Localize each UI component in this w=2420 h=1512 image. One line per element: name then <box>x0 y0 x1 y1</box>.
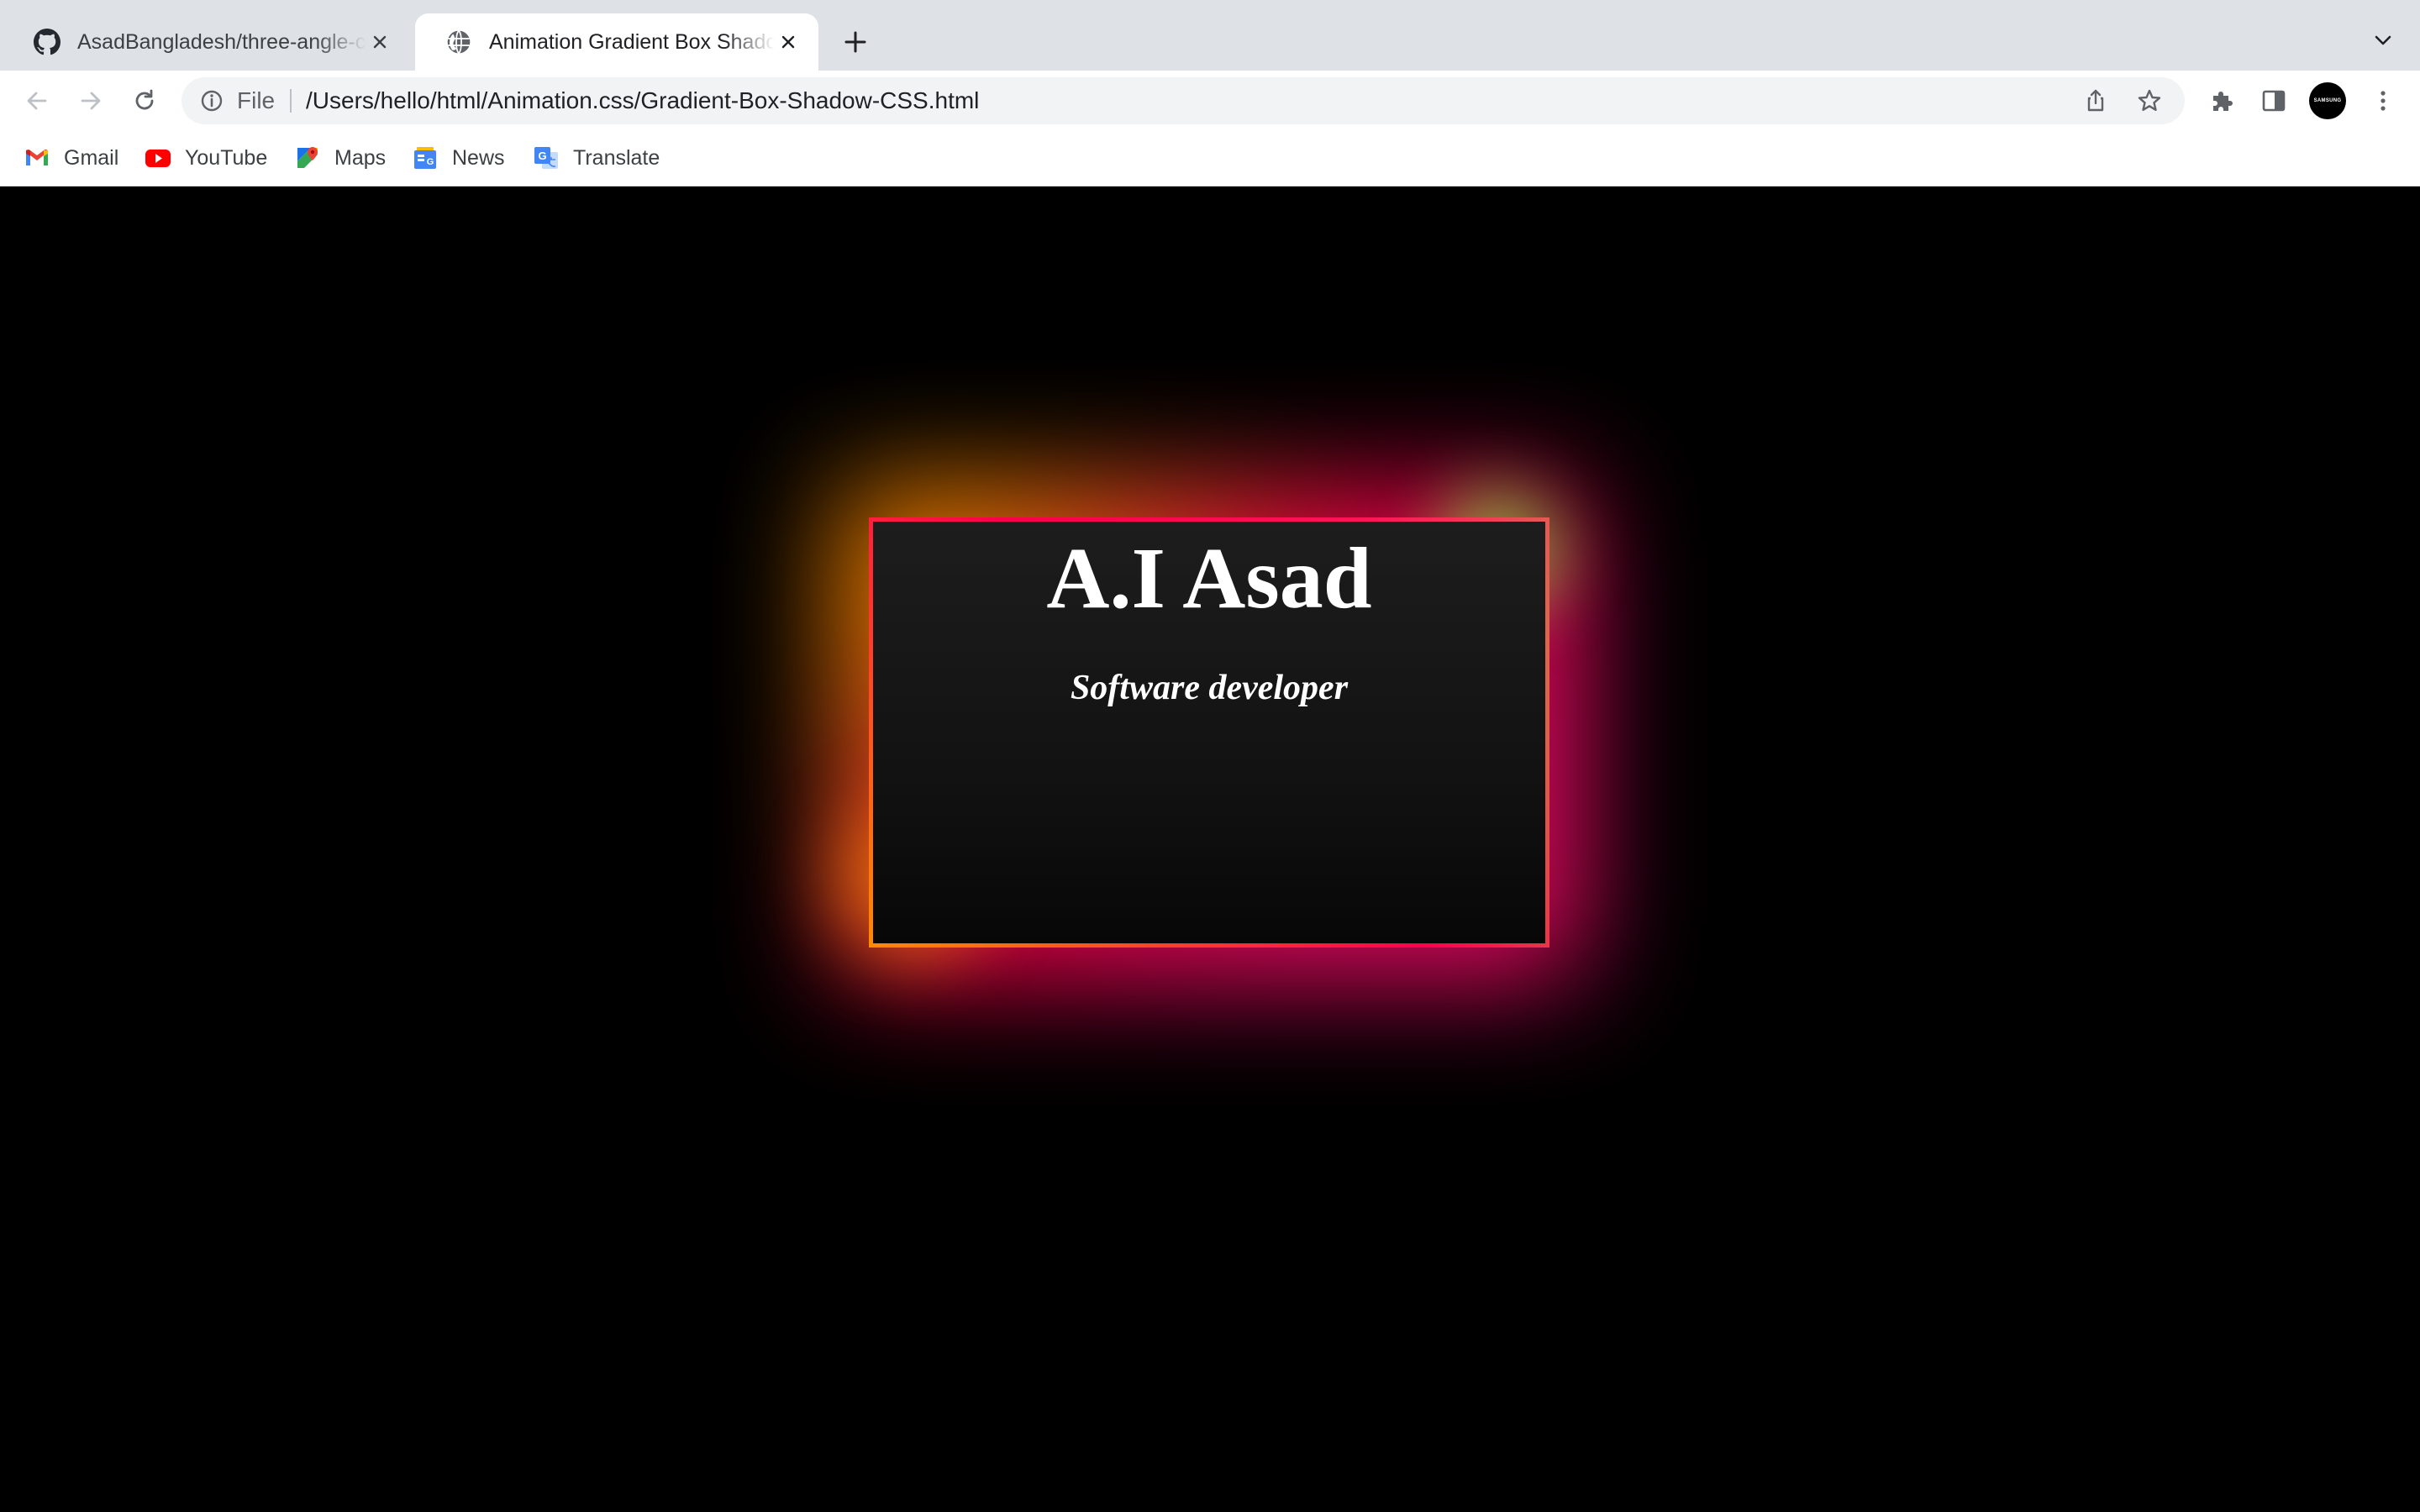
card-title: A.I Asad <box>1046 530 1372 627</box>
extensions-button[interactable] <box>2207 86 2237 116</box>
url-separator <box>290 89 292 113</box>
gradient-glow-card: A.I Asad Software developer <box>802 467 1608 988</box>
bookmark-label: Gmail <box>64 145 119 170</box>
translate-icon: G <box>534 147 558 169</box>
reload-button[interactable] <box>126 82 163 119</box>
tab-search-button[interactable] <box>2368 25 2398 55</box>
close-icon[interactable] <box>775 29 802 55</box>
bookmark-maps[interactable]: Maps <box>294 143 386 173</box>
gmail-icon <box>26 150 48 165</box>
close-icon[interactable] <box>366 29 393 55</box>
svg-text:G: G <box>538 150 546 162</box>
back-button[interactable] <box>18 82 55 119</box>
tab-title: Animation Gradient Box Shadow CSS <box>489 29 775 54</box>
page-content: A.I Asad Software developer <box>0 186 2420 1512</box>
puzzle-icon <box>2213 92 2233 111</box>
card-subtitle: Software developer <box>1070 669 1349 707</box>
more-vertical-icon <box>2381 91 2386 111</box>
card-body: A.I Asad Software developer <box>873 522 1545 943</box>
back-arrow-icon <box>27 92 47 110</box>
bookmark-youtube[interactable]: YouTube <box>145 143 267 173</box>
browser-menu-button[interactable] <box>2368 86 2398 116</box>
toolbar: File /Users/hello/html/Animation.css/Gra… <box>0 71 2420 131</box>
plus-icon <box>844 31 866 53</box>
bookmark-gmail[interactable]: Gmail <box>24 143 118 173</box>
tab-title: AsadBangladesh/three-angle-css <box>77 29 366 54</box>
profile-avatar[interactable]: SAMSUNG <box>2309 82 2346 119</box>
bookmarks-bar: Gmail YouTube Maps G News G Translate <box>0 131 2420 186</box>
side-panel-button[interactable] <box>2259 86 2289 116</box>
maps-icon <box>297 147 318 168</box>
bookmark-label: YouTube <box>185 145 268 170</box>
reload-icon <box>135 89 154 110</box>
forward-arrow-icon <box>81 92 101 110</box>
bookmark-translate[interactable]: G Translate <box>533 143 660 173</box>
address-bar[interactable]: File /Users/hello/html/Animation.css/Gra… <box>182 77 2185 124</box>
github-icon <box>34 29 60 55</box>
bookmark-news[interactable]: G News <box>412 143 505 173</box>
forward-button[interactable] <box>72 82 109 119</box>
side-panel-icon <box>2262 90 2286 112</box>
share-icon[interactable] <box>2082 87 2109 114</box>
info-icon[interactable] <box>198 87 225 114</box>
svg-text:G: G <box>427 157 434 167</box>
url-scheme-label: File <box>237 87 276 113</box>
bookmark-label: News <box>452 145 505 170</box>
chevron-down-icon <box>2375 35 2391 45</box>
news-icon: G <box>414 147 436 169</box>
tab-github[interactable]: AsadBangladesh/three-angle-css <box>3 13 410 71</box>
bookmark-label: Maps <box>334 145 387 170</box>
new-tab-button[interactable] <box>839 25 872 59</box>
bookmark-star-icon[interactable] <box>2136 87 2163 114</box>
tab-strip: AsadBangladesh/three-angle-css Animation… <box>0 0 2420 71</box>
bookmark-label: Translate <box>573 145 660 170</box>
globe-icon <box>447 30 471 54</box>
youtube-icon <box>145 150 171 167</box>
avatar-text: SAMSUNG <box>2313 98 2342 103</box>
url-text[interactable]: /Users/hello/html/Animation.css/Gradient… <box>306 77 979 124</box>
tab-animation[interactable]: Animation Gradient Box Shadow CSS <box>415 13 818 71</box>
